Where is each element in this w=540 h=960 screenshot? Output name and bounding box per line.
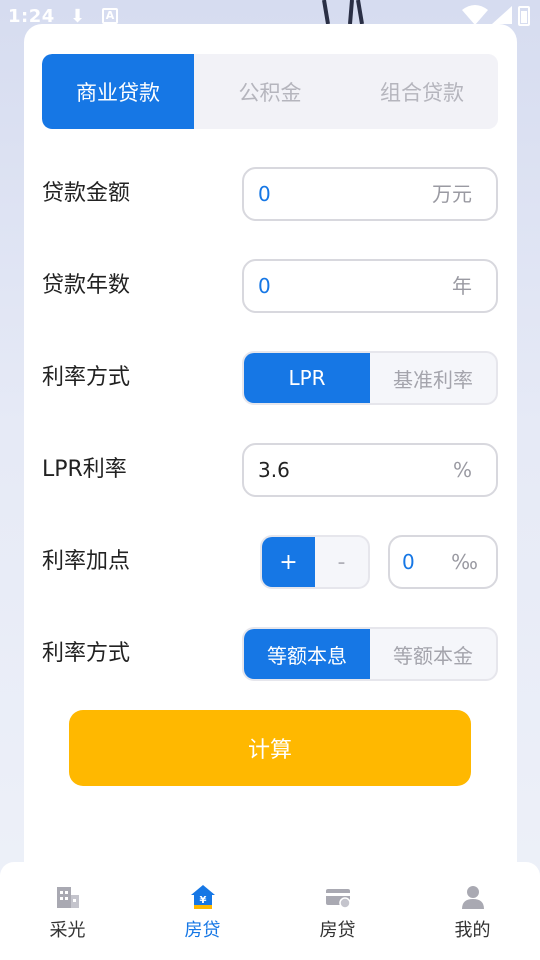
lpr-rate-label: LPR利率: [42, 457, 127, 482]
nav-item-daylight[interactable]: 采光: [0, 862, 135, 960]
repay-mode-row: 利率方式 等额本息 等额本金: [42, 627, 498, 681]
rate-mode-label: 利率方式: [42, 365, 131, 390]
repay-mode-label: 利率方式: [42, 641, 131, 666]
loan-amount-label: 贷款金额: [42, 181, 131, 206]
nav-item-mortgage[interactable]: ¥ 房贷: [135, 862, 270, 960]
card-icon: [325, 889, 351, 909]
rate-points-label: 利率加点: [42, 549, 131, 574]
notification-a-icon: A: [102, 8, 118, 24]
nav-label: 房贷: [184, 920, 221, 941]
loan-years-field: 年: [242, 259, 498, 313]
rate-points-row: 利率加点 + - ‰: [42, 535, 498, 589]
rate-points-input[interactable]: [402, 537, 452, 587]
loan-years-label: 贷款年数: [42, 273, 131, 298]
loan-amount-field: 万元: [242, 167, 498, 221]
rate-mode-lpr[interactable]: LPR: [244, 353, 370, 403]
nav-label: 采光: [49, 920, 86, 941]
repay-equal-installment[interactable]: 等额本息: [244, 629, 370, 679]
lpr-rate-row: LPR利率 %: [42, 443, 498, 497]
repay-mode-toggle: 等额本息 等额本金: [242, 627, 498, 681]
nav-label: 房贷: [319, 920, 356, 941]
loan-years-row: 贷款年数 年: [42, 259, 498, 313]
rate-mode-row: 利率方式 LPR 基准利率: [42, 351, 498, 405]
user-icon: [461, 886, 484, 909]
loan-type-tabs: 商业贷款 公积金 组合贷款: [42, 54, 498, 129]
background-figure: [322, 0, 364, 24]
rate-mode-benchmark[interactable]: 基准利率: [370, 353, 496, 403]
lpr-rate-field: %: [242, 443, 498, 497]
lpr-rate-unit: %: [452, 458, 472, 482]
tab-combined-loan[interactable]: 组合贷款: [346, 54, 498, 129]
repay-equal-principal[interactable]: 等额本金: [370, 629, 496, 679]
battery-icon: [518, 6, 530, 26]
nav-item-mortgage-card[interactable]: 房贷: [270, 862, 405, 960]
lpr-rate-input[interactable]: [258, 445, 408, 495]
nav-label: 我的: [454, 920, 491, 941]
loan-years-unit: 年: [452, 274, 472, 298]
minus-button[interactable]: -: [315, 537, 368, 587]
loan-amount-row: 贷款金额 万元: [42, 167, 498, 221]
tab-commercial-loan[interactable]: 商业贷款: [42, 54, 194, 129]
plus-button[interactable]: +: [262, 537, 315, 587]
wifi-icon: [462, 5, 488, 25]
rate-mode-toggle: LPR 基准利率: [242, 351, 498, 405]
calculate-button[interactable]: 计算: [69, 710, 471, 786]
loan-amount-unit: 万元: [432, 182, 472, 206]
rate-points-sign-toggle: + -: [260, 535, 370, 589]
rate-points-field: ‰: [388, 535, 498, 589]
svg-text:¥: ¥: [199, 895, 206, 906]
house-yuan-icon: ¥: [190, 885, 215, 909]
signal-icon: [492, 6, 512, 24]
loan-calculator-card: 商业贷款 公积金 组合贷款 贷款金额 万元 贷款年数 年 利率方式 LPR 基准…: [24, 24, 517, 884]
rate-points-unit: ‰: [451, 550, 478, 574]
building-icon: [56, 887, 79, 908]
bottom-nav: 采光 ¥ 房贷 房贷 我的: [0, 862, 540, 960]
tab-provident-fund[interactable]: 公积金: [194, 54, 346, 129]
loan-years-input[interactable]: [258, 261, 408, 311]
nav-item-profile[interactable]: 我的: [405, 862, 540, 960]
loan-amount-input[interactable]: [258, 169, 408, 219]
